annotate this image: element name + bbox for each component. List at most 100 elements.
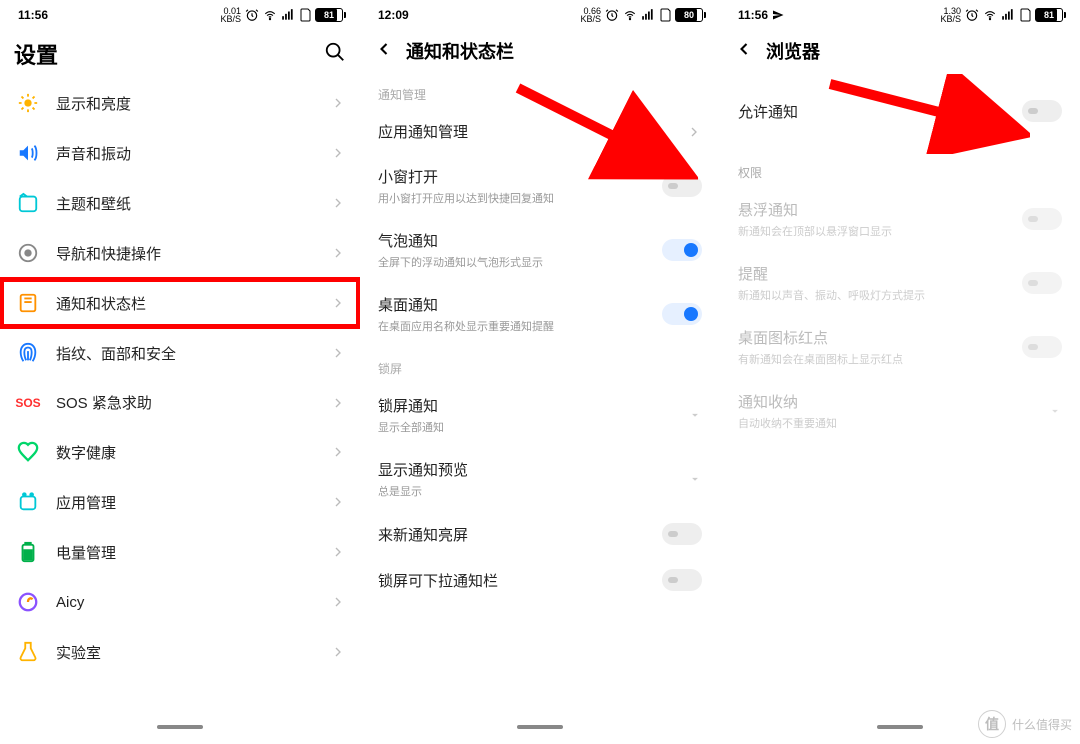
settings-row-theme[interactable]: 主题和壁纸 bbox=[0, 178, 360, 228]
send-icon bbox=[772, 9, 784, 21]
status-bar: 11:56 0.01KB/S 81 bbox=[0, 0, 360, 26]
alarm-icon bbox=[965, 8, 979, 22]
row-show-preview[interactable]: 显示通知预览 总是显示 bbox=[360, 447, 720, 511]
signal-icon bbox=[281, 8, 295, 22]
header: 浏览器 bbox=[720, 26, 1080, 72]
page-title: 设置 bbox=[14, 38, 58, 70]
row-wake-screen[interactable]: 来新通知亮屏 bbox=[360, 511, 720, 557]
row-badge-dot: 桌面图标红点 有新通知会在桌面图标上显示红点 bbox=[720, 315, 1080, 379]
status-bar: 12:09 0.66KB/S 80 bbox=[360, 0, 720, 26]
settings-row-battery[interactable]: 电量管理 bbox=[0, 527, 360, 577]
settings-row-label: 主题和壁纸 bbox=[56, 193, 316, 214]
section-perm: 权限 bbox=[720, 150, 1080, 187]
row-title: 允许通知 bbox=[738, 101, 1012, 122]
status-time: 11:56 bbox=[18, 8, 48, 22]
row-desktop-notification[interactable]: 桌面通知 在桌面应用名称处显示重要通知提醒 bbox=[360, 282, 720, 346]
brightness-icon bbox=[14, 92, 42, 114]
row-lock-pulldown[interactable]: 锁屏可下拉通知栏 bbox=[360, 557, 720, 603]
search-icon bbox=[324, 41, 346, 63]
chevron-right-icon bbox=[330, 444, 346, 460]
settings-row-brightness[interactable]: 显示和亮度 bbox=[0, 78, 360, 128]
notif-icon bbox=[14, 292, 42, 314]
settings-row-label: 指纹、面部和安全 bbox=[56, 343, 316, 364]
lab-icon bbox=[14, 641, 42, 663]
alarm-icon bbox=[245, 8, 259, 22]
toggle-pull[interactable] bbox=[662, 569, 702, 591]
wifi-icon bbox=[983, 8, 997, 22]
settings-row-notif[interactable]: 通知和状态栏 bbox=[0, 278, 360, 328]
row-sub: 显示全部通知 bbox=[378, 419, 678, 435]
toggle-desktop[interactable] bbox=[662, 303, 702, 325]
battery-icon bbox=[14, 541, 42, 563]
nav-bar[interactable] bbox=[360, 710, 720, 744]
settings-row-health[interactable]: 数字健康 bbox=[0, 427, 360, 477]
sim-icon bbox=[1019, 8, 1031, 22]
toggle-allow[interactable] bbox=[1022, 100, 1062, 122]
settings-row-label: 应用管理 bbox=[56, 492, 316, 513]
settings-row-label: 导航和快捷操作 bbox=[56, 243, 316, 264]
back-button[interactable] bbox=[734, 39, 754, 64]
row-alert: 提醒 新通知以声音、振动、呼吸灯方式提示 bbox=[720, 251, 1080, 315]
notification-settings-list: 通知管理 应用通知管理 小窗打开 用小窗打开应用以达到快捷回复通知 气泡通知 全… bbox=[360, 72, 720, 710]
sim-icon bbox=[299, 8, 311, 22]
status-bar: 11:56 1.30KB/S 81 bbox=[720, 0, 1080, 26]
signal-icon bbox=[641, 8, 655, 22]
header: 通知和状态栏 bbox=[360, 26, 720, 72]
battery-icon: 81 bbox=[1035, 8, 1066, 22]
three-screens: 11:56 0.01KB/S 81 设置 显示和亮度声音和振动主题和壁纸导航和快… bbox=[0, 0, 1080, 744]
row-title: 桌面图标红点 bbox=[738, 327, 1012, 348]
toggle-alert bbox=[1022, 272, 1062, 294]
row-allow-notification[interactable]: 允许通知 bbox=[720, 72, 1080, 150]
chevron-down-icon bbox=[1048, 404, 1062, 418]
section-lock: 锁屏 bbox=[360, 346, 720, 383]
search-button[interactable] bbox=[324, 41, 346, 68]
settings-row-apps[interactable]: 应用管理 bbox=[0, 477, 360, 527]
battery-icon: 80 bbox=[675, 8, 706, 22]
toggle-wake[interactable] bbox=[662, 523, 702, 545]
row-lock-notification[interactable]: 锁屏通知 显示全部通知 bbox=[360, 383, 720, 447]
back-button[interactable] bbox=[374, 39, 394, 64]
toggle-popup[interactable] bbox=[662, 175, 702, 197]
chevron-down-icon bbox=[688, 408, 702, 422]
row-sub: 有新通知会在桌面图标上显示红点 bbox=[738, 351, 1012, 367]
screen-browser: 11:56 1.30KB/S 81 浏览器 允许通知 bbox=[720, 0, 1080, 744]
row-title: 来新通知亮屏 bbox=[378, 524, 652, 545]
row-sub: 新通知以声音、振动、呼吸灯方式提示 bbox=[738, 287, 1012, 303]
toggle-dot bbox=[1022, 336, 1062, 358]
settings-row-lab[interactable]: 实验室 bbox=[0, 627, 360, 677]
toggle-bubble[interactable] bbox=[662, 239, 702, 261]
watermark: 值 什么值得买 bbox=[978, 710, 1072, 738]
row-floating-notification: 悬浮通知 新通知会在顶部以悬浮窗口显示 bbox=[720, 187, 1080, 251]
chevron-right-icon bbox=[330, 345, 346, 361]
settings-row-sos[interactable]: SOSSOS 紧急求助 bbox=[0, 378, 360, 427]
sos-icon: SOS bbox=[14, 396, 42, 410]
toggle-floating bbox=[1022, 208, 1062, 230]
nav-bar[interactable] bbox=[0, 710, 360, 744]
settings-row-sound[interactable]: 声音和振动 bbox=[0, 128, 360, 178]
row-popup-open[interactable]: 小窗打开 用小窗打开应用以达到快捷回复通知 bbox=[360, 154, 720, 218]
settings-row-label: 数字健康 bbox=[56, 442, 316, 463]
chevron-right-icon bbox=[330, 544, 346, 560]
settings-row-label: 实验室 bbox=[56, 642, 316, 663]
chevron-right-icon bbox=[330, 594, 346, 610]
settings-row-aicy[interactable]: Aicy bbox=[0, 577, 360, 627]
row-title: 通知收纳 bbox=[738, 391, 1038, 412]
row-title: 锁屏可下拉通知栏 bbox=[378, 570, 652, 591]
settings-row-finger[interactable]: 指纹、面部和安全 bbox=[0, 328, 360, 378]
row-title: 提醒 bbox=[738, 263, 1012, 284]
page-title: 浏览器 bbox=[766, 38, 820, 64]
row-title: 锁屏通知 bbox=[378, 395, 678, 416]
settings-row-label: 声音和振动 bbox=[56, 143, 316, 164]
chevron-down-icon bbox=[688, 472, 702, 486]
row-app-notification-mgmt[interactable]: 应用通知管理 bbox=[360, 109, 720, 154]
chevron-right-icon bbox=[330, 145, 346, 161]
row-bubble-notification[interactable]: 气泡通知 全屏下的浮动通知以气泡形式显示 bbox=[360, 218, 720, 282]
row-title: 显示通知预览 bbox=[378, 459, 678, 480]
chevron-right-icon bbox=[330, 195, 346, 211]
row-sub: 自动收纳不重要通知 bbox=[738, 415, 1038, 431]
signal-icon bbox=[1001, 8, 1015, 22]
chevron-right-icon bbox=[330, 494, 346, 510]
chevron-right-icon bbox=[330, 395, 346, 411]
settings-row-label: 通知和状态栏 bbox=[56, 293, 316, 314]
settings-row-nav[interactable]: 导航和快捷操作 bbox=[0, 228, 360, 278]
